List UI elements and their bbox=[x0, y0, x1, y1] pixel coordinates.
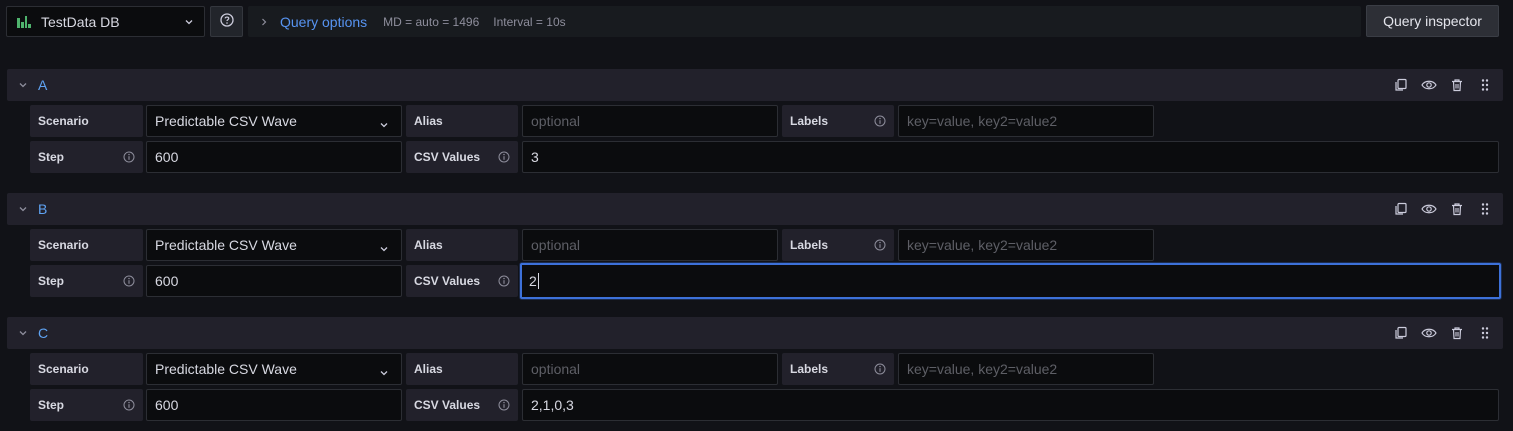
csv-values-label-text: CSV Values bbox=[414, 150, 481, 164]
step-label-text: Step bbox=[38, 398, 65, 412]
query-header[interactable]: B bbox=[7, 193, 1503, 225]
copy-icon[interactable] bbox=[1393, 77, 1409, 93]
scenario-value: Predictable CSV Wave bbox=[155, 237, 297, 253]
chevron-down-icon[interactable] bbox=[18, 328, 28, 338]
alias-label: Alias bbox=[406, 353, 518, 385]
labels-input[interactable]: key=value, key2=value2 bbox=[898, 353, 1154, 385]
step-input[interactable]: 600 bbox=[146, 389, 402, 421]
chevron-down-icon bbox=[379, 117, 389, 128]
info-circle-icon[interactable] bbox=[123, 275, 135, 287]
csv-values-input[interactable]: 2 bbox=[520, 263, 1501, 299]
query-inspector-button[interactable]: Query inspector bbox=[1366, 5, 1499, 37]
step-label: Step bbox=[30, 389, 143, 421]
scenario-label: Scenario bbox=[30, 229, 143, 261]
csv-values-label: CSV Values bbox=[406, 389, 518, 421]
csv-values-text: 2 bbox=[529, 273, 537, 289]
info-circle-icon[interactable] bbox=[874, 115, 886, 127]
scenario-value: Predictable CSV Wave bbox=[155, 361, 297, 377]
datasource-name: TestData DB bbox=[41, 13, 120, 30]
trash-icon[interactable] bbox=[1449, 325, 1465, 341]
csv-values-label-text: CSV Values bbox=[414, 274, 481, 288]
alias-input[interactable]: optional bbox=[522, 229, 778, 261]
query-header[interactable]: C bbox=[7, 317, 1503, 349]
drag-handle-icon[interactable] bbox=[1477, 201, 1493, 217]
help-button[interactable] bbox=[210, 6, 243, 37]
chevron-down-icon bbox=[379, 241, 389, 252]
info-circle-icon[interactable] bbox=[498, 275, 510, 287]
info-circle-icon[interactable] bbox=[874, 363, 886, 375]
chevron-down-icon[interactable] bbox=[18, 80, 28, 90]
query-actions bbox=[1393, 77, 1493, 93]
csv-values-label: CSV Values bbox=[406, 265, 518, 297]
query-name[interactable]: A bbox=[38, 77, 47, 93]
labels-label: Labels bbox=[782, 353, 894, 385]
labels-input[interactable]: key=value, key2=value2 bbox=[898, 229, 1154, 261]
labels-input[interactable]: key=value, key2=value2 bbox=[898, 105, 1154, 137]
query-header[interactable]: A bbox=[7, 69, 1503, 101]
query-options-toggle[interactable]: Query options MD = auto = 1496 Interval … bbox=[248, 6, 1361, 37]
info-circle-icon[interactable] bbox=[498, 151, 510, 163]
trash-icon[interactable] bbox=[1449, 201, 1465, 217]
query-actions bbox=[1393, 201, 1493, 217]
scenario-select[interactable]: Predictable CSV Wave bbox=[146, 353, 402, 385]
datasource-picker[interactable]: TestData DB bbox=[6, 6, 205, 37]
labels-label-text: Labels bbox=[790, 238, 829, 252]
info-circle-icon[interactable] bbox=[874, 239, 886, 251]
info-circle-icon[interactable] bbox=[123, 399, 135, 411]
chevron-down-icon bbox=[184, 17, 194, 27]
alias-label: Alias bbox=[406, 105, 518, 137]
max-data-points-info: MD = auto = 1496 bbox=[383, 14, 480, 29]
query-options-title: Query options bbox=[280, 13, 368, 30]
question-circle-icon bbox=[219, 13, 234, 30]
csv-values-label: CSV Values bbox=[406, 141, 518, 173]
chevron-right-icon bbox=[260, 14, 268, 30]
scenario-label: Scenario bbox=[30, 105, 143, 137]
query-actions bbox=[1393, 325, 1493, 341]
chevron-down-icon[interactable] bbox=[18, 204, 28, 214]
drag-handle-icon[interactable] bbox=[1477, 325, 1493, 341]
copy-icon[interactable] bbox=[1393, 325, 1409, 341]
labels-label: Labels bbox=[782, 229, 894, 261]
interval-info: Interval = 10s bbox=[493, 14, 566, 29]
alias-label: Alias bbox=[406, 229, 518, 261]
eye-icon[interactable] bbox=[1421, 201, 1437, 217]
csv-values-label-text: CSV Values bbox=[414, 398, 481, 412]
text-cursor bbox=[537, 273, 539, 289]
step-input[interactable]: 600 bbox=[146, 141, 402, 173]
eye-icon[interactable] bbox=[1421, 77, 1437, 93]
scenario-select[interactable]: Predictable CSV Wave bbox=[146, 105, 402, 137]
step-label: Step bbox=[30, 141, 143, 173]
trash-icon[interactable] bbox=[1449, 77, 1465, 93]
scenario-value: Predictable CSV Wave bbox=[155, 113, 297, 129]
csv-values-input[interactable]: 3 bbox=[522, 141, 1499, 173]
step-label-text: Step bbox=[38, 150, 65, 164]
eye-icon[interactable] bbox=[1421, 325, 1437, 341]
labels-label-text: Labels bbox=[790, 362, 829, 376]
labels-label-text: Labels bbox=[790, 114, 829, 128]
scenario-label: Scenario bbox=[30, 353, 143, 385]
scenario-select[interactable]: Predictable CSV Wave bbox=[146, 229, 402, 261]
step-label: Step bbox=[30, 265, 143, 297]
query-name[interactable]: C bbox=[38, 325, 48, 341]
chevron-down-icon bbox=[379, 365, 389, 376]
alias-input[interactable]: optional bbox=[522, 105, 778, 137]
info-circle-icon[interactable] bbox=[498, 399, 510, 411]
step-input[interactable]: 600 bbox=[146, 265, 402, 297]
testdata-logo-icon bbox=[17, 15, 31, 28]
labels-label: Labels bbox=[782, 105, 894, 137]
drag-handle-icon[interactable] bbox=[1477, 77, 1493, 93]
copy-icon[interactable] bbox=[1393, 201, 1409, 217]
query-editor-toolbar: TestData DB Query options MD = auto = 14… bbox=[0, 0, 1513, 42]
query-name[interactable]: B bbox=[38, 201, 47, 217]
info-circle-icon[interactable] bbox=[123, 151, 135, 163]
alias-input[interactable]: optional bbox=[522, 353, 778, 385]
step-label-text: Step bbox=[38, 274, 65, 288]
csv-values-input[interactable]: 2,1,0,3 bbox=[522, 389, 1499, 421]
